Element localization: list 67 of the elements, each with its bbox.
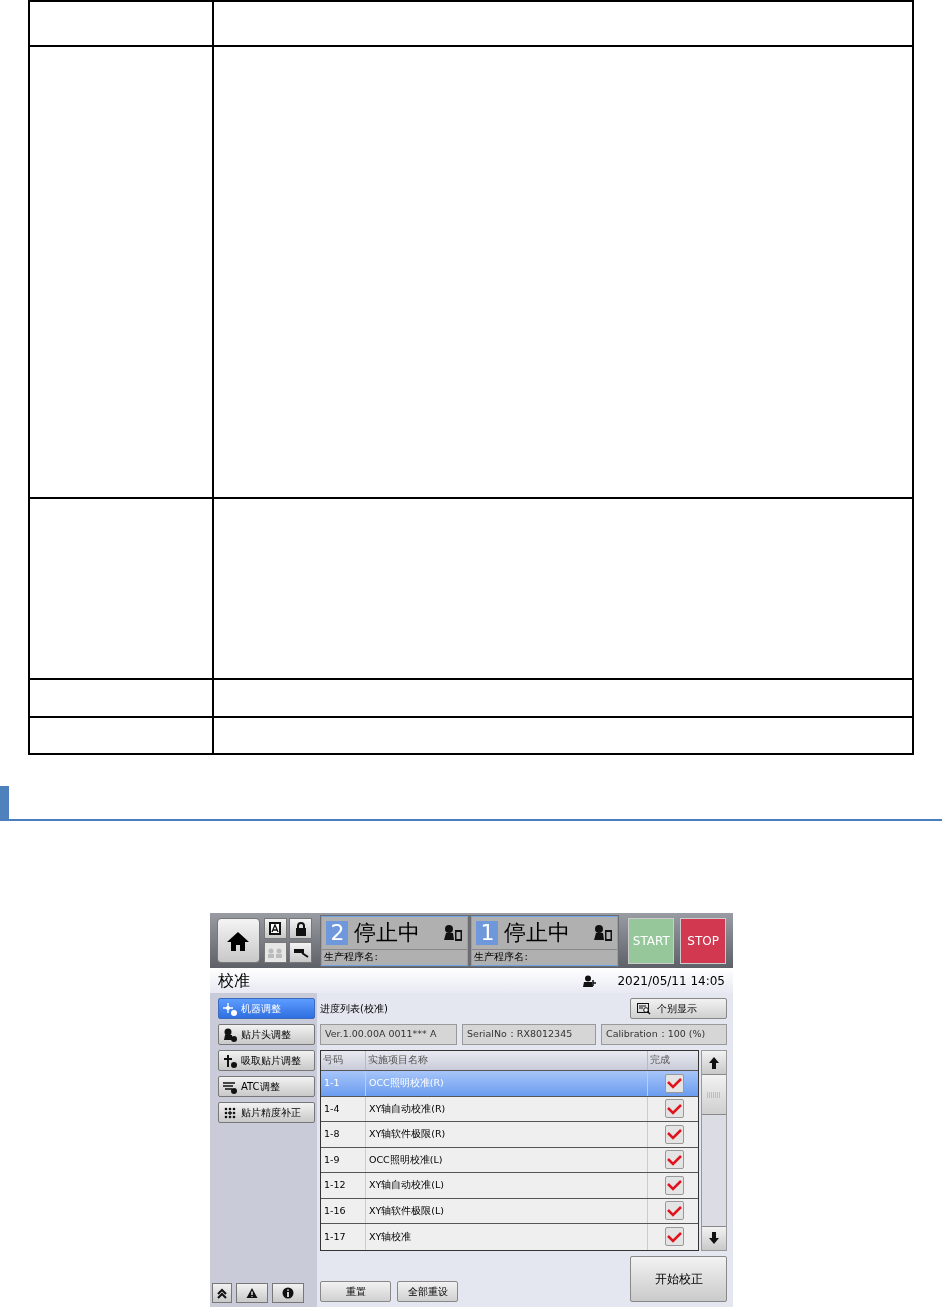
table-cell: 1-4 (321, 1096, 366, 1121)
language-icon (267, 920, 284, 937)
table-cell: 1-8 (321, 1122, 366, 1147)
table-cell: XY轴自动校准(R) (366, 1096, 648, 1121)
home-icon (227, 930, 250, 951)
scroll-up-button[interactable] (702, 1051, 726, 1075)
table-row[interactable]: 1-4 XY轴自动校准(R) (321, 1096, 698, 1122)
info-field: Ver.1.00.00A 0011*** A (320, 1024, 457, 1045)
list-title: 进度列表(校准) (320, 1002, 388, 1016)
table-cell: OCC照明校准(R) (366, 1071, 648, 1096)
warning-icon (246, 1287, 258, 1299)
sidebar-item[interactable]: 吸取贴片调整 (218, 1050, 315, 1071)
info-field: Calibration：100 (%) (601, 1024, 727, 1045)
table-row[interactable]: 1-8 XY轴软件极限(R) (321, 1122, 698, 1148)
table-cell: 1-16 (321, 1198, 366, 1223)
operator-clipboard-icon (443, 923, 464, 942)
column-header: 实施项目名称 (366, 1051, 648, 1070)
start-calibration-button[interactable]: 开始校正 (630, 1255, 727, 1302)
collapse-button[interactable] (212, 1283, 232, 1303)
table-cell: 1-17 (321, 1224, 366, 1250)
table-cell: XY轴软件极限(R) (366, 1122, 648, 1147)
arrow-down-icon (709, 1232, 719, 1244)
sidebar-item[interactable]: 机器调整 (218, 998, 315, 1019)
detail-view-button[interactable]: 个别显示 (630, 998, 727, 1019)
users-button[interactable] (263, 942, 287, 963)
info-icon (282, 1287, 294, 1299)
scroll-thumb[interactable] (702, 1075, 726, 1115)
info-button[interactable] (272, 1283, 304, 1303)
table-cell: OCC照明校准(L) (366, 1147, 648, 1172)
date-time: 2021/05/11 14:05 (617, 972, 725, 990)
sidebar-item[interactable]: 贴片头调整 (218, 1024, 315, 1045)
table-cell: XY轴自动校准(L) (366, 1173, 648, 1198)
document-search-icon (637, 1002, 651, 1015)
home-button[interactable] (217, 918, 260, 963)
table-cell: 1-12 (321, 1173, 366, 1198)
warning-button[interactable] (236, 1283, 268, 1303)
scroll-down-button[interactable] (702, 1225, 726, 1250)
operator-clipboard-icon (593, 923, 614, 942)
table-cell: XY轴校准 (366, 1224, 648, 1250)
stop-button[interactable]: STOP (680, 917, 726, 964)
station-number: 2 (326, 920, 349, 945)
status-text: 停止中 (354, 920, 421, 945)
screen-title: 校准 (218, 969, 250, 992)
station-number: 1 (476, 920, 499, 945)
table-cell: XY轴软件极限(L) (366, 1198, 648, 1223)
status-text: 停止中 (504, 920, 571, 945)
sidebar-item[interactable]: ATC调整 (218, 1076, 315, 1097)
sidebar-item[interactable]: 贴片精度补正 (218, 1102, 315, 1123)
lock-button[interactable] (289, 918, 313, 939)
table-cell: 1-1 (321, 1071, 366, 1096)
info-field: SerialNo：RX8012345 (462, 1024, 596, 1045)
table-row[interactable]: 1-16 XY轴软件极限(L) (321, 1198, 698, 1224)
column-header: 号码 (321, 1051, 366, 1070)
program-name-label: 生产程序名: (473, 949, 529, 963)
table-row[interactable]: 1-12 XY轴自动校准(L) (321, 1173, 698, 1199)
action-button[interactable]: 重置 (320, 1280, 391, 1302)
user-key-icon (583, 974, 598, 987)
column-header: 完成 (649, 1053, 671, 1068)
table-row[interactable]: 1-9 OCC照明校准(L) (321, 1147, 698, 1173)
tool-button[interactable] (289, 942, 313, 963)
arrow-up-icon (709, 1056, 719, 1069)
language-button[interactable] (263, 918, 287, 939)
dot-grid-icon (223, 1105, 237, 1120)
double-chevron-icon (216, 1287, 228, 1299)
program-name-label: 生产程序名: (323, 949, 379, 963)
action-button[interactable]: 全部重设 (397, 1280, 458, 1302)
table-cell: 1-9 (321, 1147, 366, 1172)
